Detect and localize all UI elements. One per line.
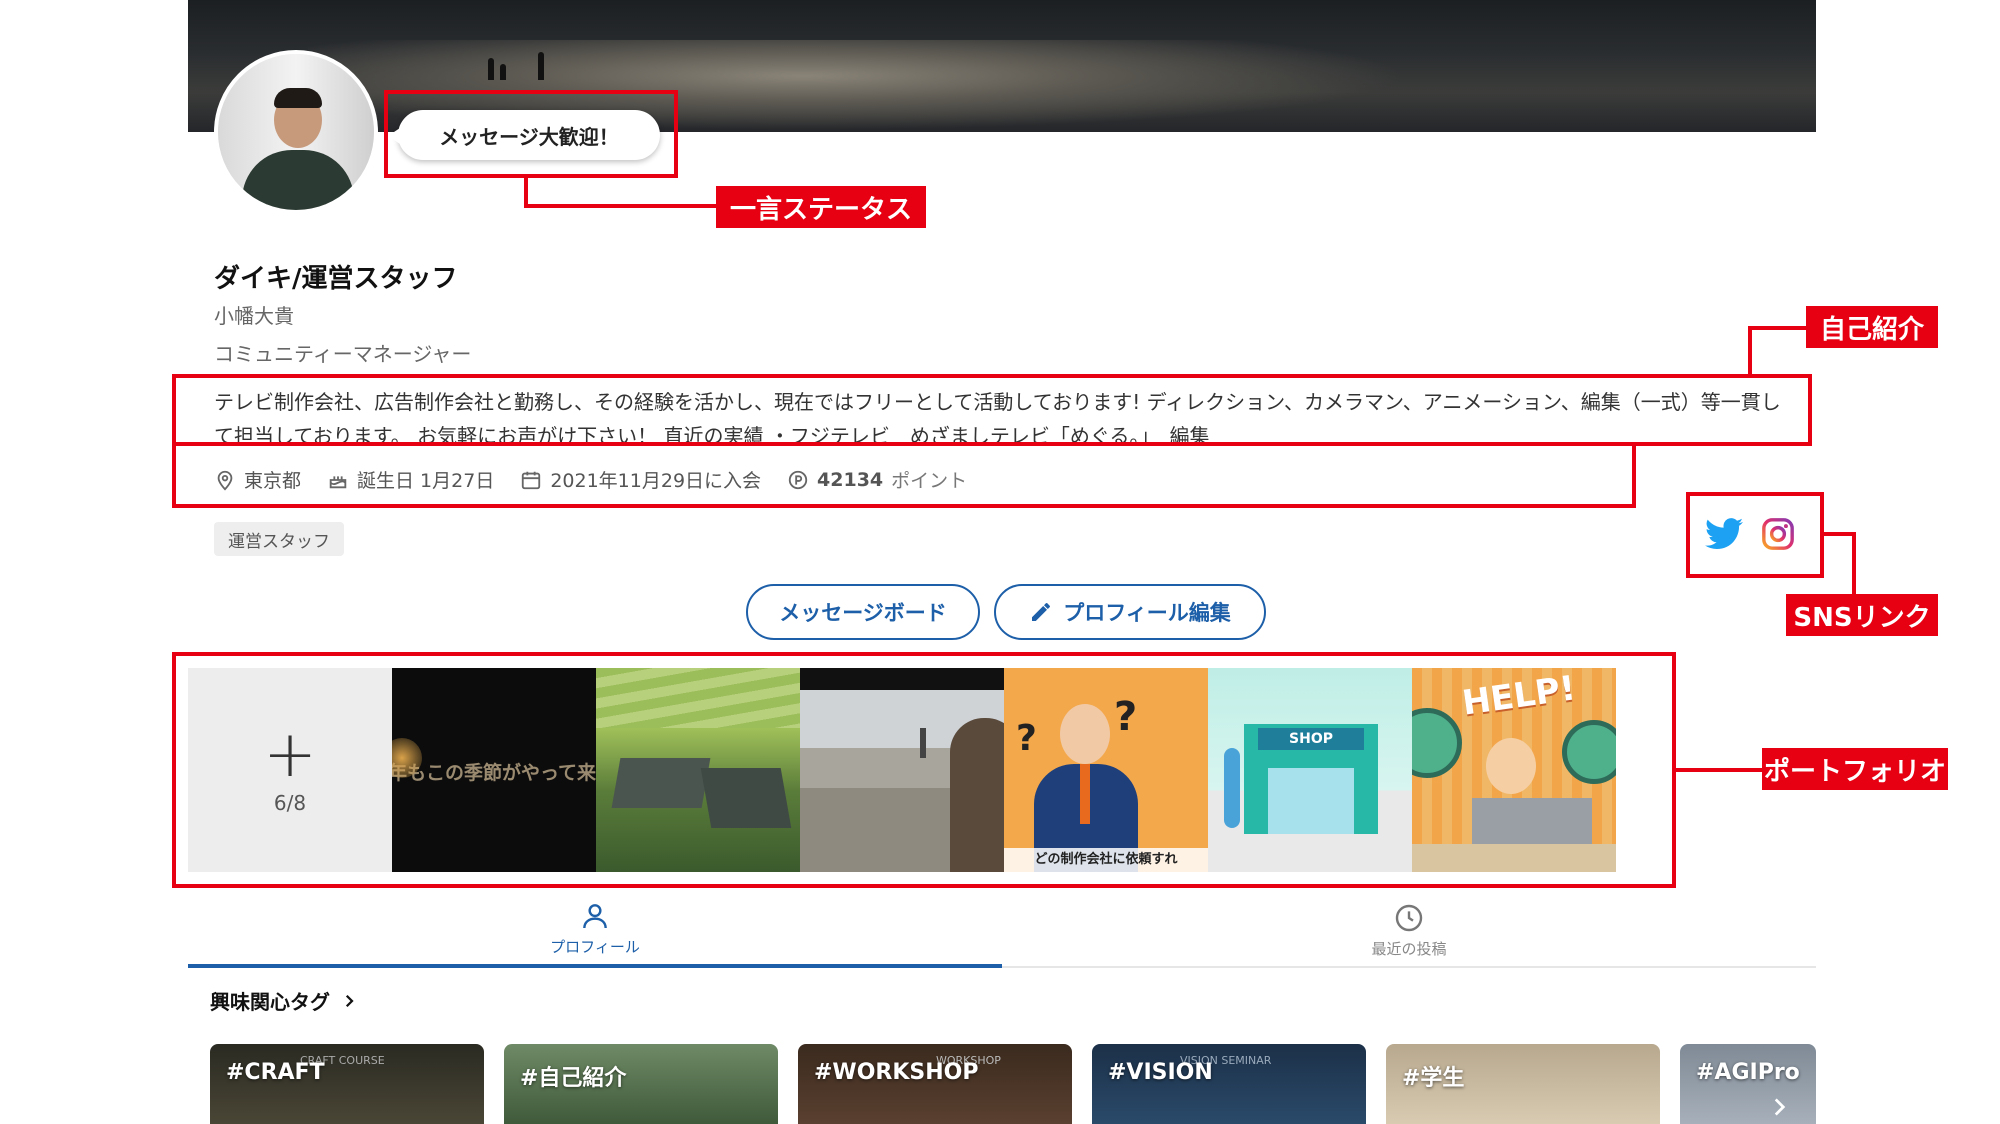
interest-tag-card[interactable]: CRAFT COURSE #CRAFT	[210, 1044, 484, 1124]
profile-tabs: プロフィール 最近の投稿	[188, 892, 1816, 968]
interest-tag-label: #VISION	[1108, 1060, 1213, 1085]
role-tag[interactable]: 運営スタッフ	[214, 522, 344, 556]
interests-header[interactable]: 興味関心タグ	[210, 986, 358, 1015]
tab-recent-posts[interactable]: 最近の投稿	[1002, 892, 1816, 968]
interests-title: 興味関心タグ	[210, 990, 330, 1014]
interest-tag-card[interactable]: #自己紹介	[504, 1044, 778, 1124]
message-board-button[interactable]: メッセージボード	[746, 584, 980, 640]
interest-tag-card[interactable]: WORKSHOP #WORKSHOP	[798, 1044, 1072, 1124]
tab-recent-posts-label: 最近の投稿	[1371, 939, 1447, 958]
tab-profile-label: プロフィール	[550, 937, 640, 956]
tab-profile[interactable]: プロフィール	[188, 892, 1002, 968]
annotation-label-bio: 自己紹介	[1806, 306, 1938, 348]
annotation-line	[1748, 326, 1810, 330]
annotation-line	[524, 204, 720, 208]
role-title: コミュニティーマネージャー	[214, 342, 472, 366]
clock-icon	[1395, 904, 1423, 931]
interest-tag-card[interactable]: VISION SEMINAR #VISION	[1092, 1044, 1366, 1124]
annotation-box-portfolio	[172, 652, 1676, 888]
annotation-line	[1820, 532, 1856, 536]
annotation-label-sns: SNSリンク	[1786, 594, 1938, 636]
annotation-line	[1852, 532, 1856, 596]
annotation-label-portfolio: ポートフォリオ	[1762, 748, 1948, 790]
annotation-box-status	[384, 90, 678, 178]
edit-profile-label: プロフィール編集	[1063, 601, 1231, 625]
pencil-icon	[1032, 603, 1051, 621]
edit-profile-button[interactable]: プロフィール編集	[994, 584, 1266, 640]
interest-tag-card[interactable]: #学生	[1386, 1044, 1660, 1124]
annotation-line	[1748, 326, 1752, 378]
message-board-label: メッセージボード	[779, 601, 947, 625]
interest-tag-card[interactable]: #AGIPro	[1680, 1044, 1816, 1124]
interest-tag-label: #学生	[1402, 1066, 1465, 1091]
interest-tag-label: #WORKSHOP	[814, 1060, 979, 1085]
person-icon	[583, 903, 607, 928]
interest-tag-label: #自己紹介	[520, 1066, 627, 1091]
interest-tag-label: #AGIPro	[1696, 1060, 1800, 1085]
chevron-right-icon	[345, 994, 354, 1007]
avatar[interactable]	[214, 50, 378, 214]
interest-tag-label: #CRAFT	[226, 1060, 325, 1085]
chevron-right-icon[interactable]	[1766, 1094, 1792, 1120]
annotation-box-bio	[172, 374, 1812, 446]
real-name: 小幡大貴	[214, 304, 294, 328]
annotation-box-bio-meta	[172, 442, 1636, 508]
display-name: ダイキ/運営スタッフ	[214, 264, 458, 294]
annotation-line	[1672, 768, 1768, 772]
annotation-label-status: 一言ステータス	[716, 186, 926, 228]
annotation-box-sns	[1686, 492, 1824, 578]
